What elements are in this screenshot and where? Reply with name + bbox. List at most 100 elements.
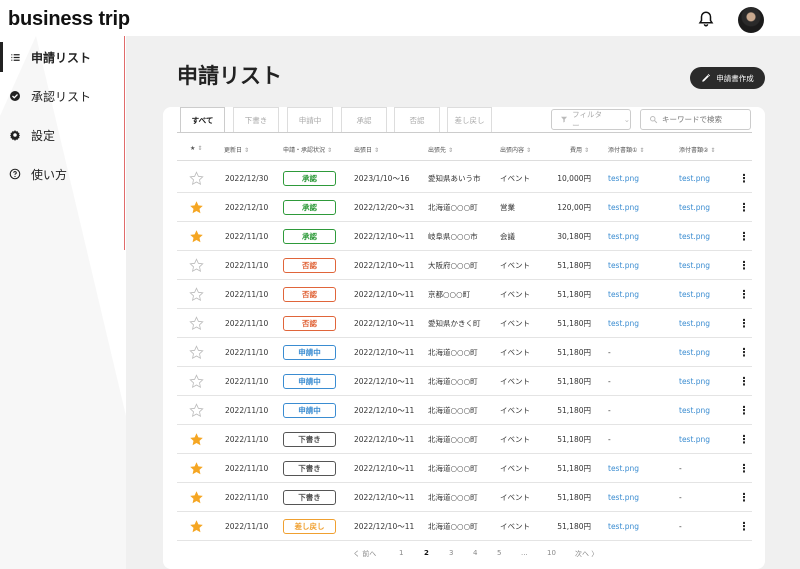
- kebab-menu-icon[interactable]: ⋮: [739, 338, 750, 366]
- attachment-1[interactable]: test.png: [608, 454, 639, 482]
- tab-2[interactable]: 申請中: [287, 107, 333, 132]
- column-header-2[interactable]: 申請・承認状況 ⇕: [283, 145, 332, 154]
- table-row[interactable]: 2022/11/10 下書き 2022/12/10〜11 北海道○○○町 イベント 51,…: [177, 454, 752, 483]
- attachment-1[interactable]: test.png: [608, 280, 639, 308]
- table-row[interactable]: 2022/11/10 否認 2022/12/10〜11 愛知県かきく町 イベント 51,1…: [177, 309, 752, 338]
- sidebar-item-0[interactable]: 申請リスト: [0, 40, 124, 74]
- star-filled-icon[interactable]: [189, 193, 204, 221]
- kebab-menu-icon[interactable]: ⋮: [739, 425, 750, 453]
- sidebar-item-2[interactable]: 設定: [0, 118, 124, 152]
- status-badge-cell: 申請中: [283, 367, 336, 395]
- star-outline-icon[interactable]: [189, 367, 204, 395]
- star-filled-icon[interactable]: [189, 222, 204, 250]
- tab-3[interactable]: 承認: [341, 107, 387, 132]
- pagination-page[interactable]: 10: [547, 549, 556, 557]
- star-outline-icon[interactable]: [189, 309, 204, 337]
- sidebar-item-3[interactable]: 使い方: [0, 157, 124, 191]
- kebab-menu-icon[interactable]: ⋮: [739, 512, 750, 540]
- table-row[interactable]: 2022/11/10 下書き 2022/12/10〜11 北海道○○○町 イベント 51,…: [177, 425, 752, 454]
- star-outline-icon[interactable]: [189, 396, 204, 424]
- column-header-4[interactable]: 出張先 ⇕: [428, 145, 453, 154]
- table-row[interactable]: 2022/11/10 申請中 2022/12/10〜11 北海道○○○町 イベント 51,…: [177, 396, 752, 425]
- attachment-2[interactable]: test.png: [679, 251, 710, 279]
- kebab-menu-icon[interactable]: ⋮: [739, 164, 750, 192]
- attachment-1[interactable]: test.png: [608, 309, 639, 337]
- kebab-menu-icon[interactable]: ⋮: [739, 367, 750, 395]
- table-row[interactable]: 2022/11/10 否認 2022/12/10〜11 京都○○○町 イベント 51,18…: [177, 280, 752, 309]
- pagination-page[interactable]: 5: [497, 549, 501, 557]
- filter-dropdown[interactable]: フィルター ⌄: [551, 109, 631, 130]
- table-row[interactable]: 2022/11/10 否認 2022/12/10〜11 大阪府○○○町 イベント 51,1…: [177, 251, 752, 280]
- kebab-menu-icon[interactable]: ⋮: [739, 222, 750, 250]
- column-header-1[interactable]: 更新日 ⇕: [224, 145, 249, 154]
- bell-icon[interactable]: [697, 10, 715, 28]
- tab-4[interactable]: 否認: [394, 107, 440, 132]
- column-header-5[interactable]: 出張内容 ⇕: [500, 145, 531, 154]
- attachment-1[interactable]: test.png: [608, 222, 639, 250]
- attachment-2[interactable]: test.png: [679, 193, 710, 221]
- attachment-2[interactable]: test.png: [679, 396, 710, 424]
- column-header-6[interactable]: 費用 ⇕: [570, 145, 589, 154]
- sidebar-item-label: 設定: [31, 128, 56, 143]
- column-header-0[interactable]: ★ ⇕: [190, 145, 202, 152]
- table-row[interactable]: 2022/11/10 申請中 2022/12/10〜11 北海道○○○町 イベント 51,…: [177, 367, 752, 396]
- pagination-prev[interactable]: く 前へ: [353, 549, 376, 559]
- star-filled-icon[interactable]: [189, 454, 204, 482]
- table-row[interactable]: 2022/11/10 下書き 2022/12/10〜11 北海道○○○町 イベント 51,…: [177, 483, 752, 512]
- pagination-ellipsis: ...: [521, 549, 528, 557]
- kebab-menu-icon[interactable]: ⋮: [739, 193, 750, 221]
- pagination-page[interactable]: 3: [449, 549, 453, 557]
- sidebar-item-1[interactable]: 承認リスト: [0, 79, 124, 113]
- star-filled-icon[interactable]: [189, 483, 204, 511]
- status-badge-cell: 否認: [283, 280, 336, 308]
- attachment-2[interactable]: test.png: [679, 425, 710, 453]
- tab-1[interactable]: 下書き: [233, 107, 279, 132]
- star-outline-icon[interactable]: [189, 280, 204, 308]
- pagination-page[interactable]: 2: [424, 549, 429, 557]
- status-badge: 否認: [283, 286, 336, 302]
- star-filled-icon[interactable]: [189, 512, 204, 540]
- trip-date: 2022/12/10〜11: [354, 347, 415, 357]
- cost: 10,000円: [557, 173, 591, 183]
- trip-purpose: イベント: [500, 318, 530, 328]
- star-outline-icon[interactable]: [189, 164, 204, 192]
- star-outline-icon[interactable]: [189, 251, 204, 279]
- tab-5[interactable]: 差し戻し: [447, 107, 492, 132]
- kebab-menu-icon[interactable]: ⋮: [739, 280, 750, 308]
- search-input[interactable]: [662, 115, 742, 124]
- avatar[interactable]: [738, 7, 764, 33]
- trip-date: 2022/12/10〜11: [354, 405, 415, 415]
- attachment-1[interactable]: test.png: [608, 512, 639, 540]
- star-filled-icon[interactable]: [189, 425, 204, 453]
- star-outline-icon[interactable]: [189, 338, 204, 366]
- cost: 51,180円: [557, 405, 591, 415]
- kebab-menu-icon[interactable]: ⋮: [739, 396, 750, 424]
- kebab-menu-icon[interactable]: ⋮: [739, 309, 750, 337]
- tab-0[interactable]: すべて: [180, 107, 225, 132]
- attachment-2[interactable]: test.png: [679, 280, 710, 308]
- column-header-7[interactable]: 添付書類① ⇕: [608, 145, 644, 154]
- table-row[interactable]: 2022/11/10 差し戻し 2022/12/10〜11 北海道○○○町 イベント 51…: [177, 512, 752, 541]
- table-row[interactable]: 2022/11/10 承認 2022/12/10〜11 岐阜県○○○市 会議 30,180…: [177, 222, 752, 251]
- attachment-2[interactable]: test.png: [679, 367, 710, 395]
- kebab-menu-icon[interactable]: ⋮: [739, 454, 750, 482]
- table-row[interactable]: 2022/12/30 承認 2023/1/10〜16 愛知県あいう市 イベント 10,00…: [177, 164, 752, 193]
- attachment-1[interactable]: test.png: [608, 483, 639, 511]
- kebab-menu-icon[interactable]: ⋮: [739, 251, 750, 279]
- attachment-2[interactable]: test.png: [679, 164, 710, 192]
- pagination-next[interactable]: 次へ 〉: [575, 549, 598, 559]
- attachment-1[interactable]: test.png: [608, 251, 639, 279]
- attachment-2[interactable]: test.png: [679, 338, 710, 366]
- pagination-page[interactable]: 4: [473, 549, 477, 557]
- attachment-1[interactable]: test.png: [608, 193, 639, 221]
- column-header-8[interactable]: 添付書類② ⇕: [679, 145, 715, 154]
- column-header-3[interactable]: 出張日 ⇕: [354, 145, 379, 154]
- kebab-menu-icon[interactable]: ⋮: [739, 483, 750, 511]
- create-application-button[interactable]: 申請書作成: [690, 67, 765, 89]
- attachment-2[interactable]: test.png: [679, 309, 710, 337]
- attachment-2[interactable]: test.png: [679, 222, 710, 250]
- table-row[interactable]: 2022/11/10 申請中 2022/12/10〜11 北海道○○○町 イベント 51,…: [177, 338, 752, 367]
- attachment-1[interactable]: test.png: [608, 164, 639, 192]
- pagination-page[interactable]: 1: [399, 549, 403, 557]
- table-row[interactable]: 2022/12/10 承認 2022/12/20〜31 北海道○○○町 営業 120,00…: [177, 193, 752, 222]
